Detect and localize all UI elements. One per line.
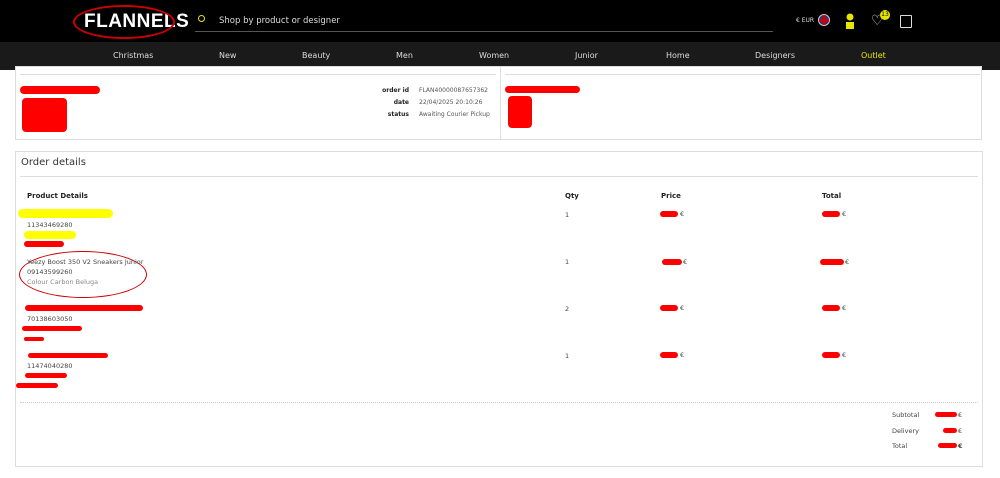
nav-christmas[interactable]: Christmas xyxy=(113,51,153,60)
nav-junior[interactable]: Junior xyxy=(575,51,598,60)
delivery-label: Delivery xyxy=(892,427,919,435)
item-total: € xyxy=(842,210,847,218)
search-input[interactable]: Shop by product or designer xyxy=(195,10,773,32)
item-price: € xyxy=(683,258,688,266)
item-total: € xyxy=(842,304,847,312)
nav-outlet[interactable]: Outlet xyxy=(861,51,886,60)
order-id-value: FLAN40000087657362 xyxy=(419,87,488,94)
search-icon[interactable] xyxy=(198,15,205,22)
address-card xyxy=(500,66,982,140)
nav-beauty[interactable]: Beauty xyxy=(302,51,330,60)
nav-men[interactable]: Men xyxy=(396,51,413,60)
account-icon[interactable] xyxy=(845,13,855,29)
date-label: date xyxy=(393,99,409,106)
col-qty: Qty xyxy=(565,192,579,200)
date-value: 22/04/2025 20:10:26 xyxy=(419,99,483,106)
highlight xyxy=(24,231,76,239)
divider xyxy=(20,402,978,403)
annotation-circle xyxy=(73,5,175,39)
redaction xyxy=(22,98,67,132)
total-label: Total xyxy=(892,442,908,450)
bag-icon[interactable] xyxy=(900,15,912,28)
subtotal-label: Subtotal xyxy=(892,411,920,419)
col-price: Price xyxy=(661,192,681,200)
item-code: 11474040280 xyxy=(27,362,73,370)
nav-women[interactable]: Women xyxy=(479,51,509,60)
col-product-details: Product Details xyxy=(27,192,88,200)
item-code: 11343469280 xyxy=(27,221,73,229)
status-value: Awaiting Courier Pickup xyxy=(419,111,490,118)
item-qty: 1 xyxy=(565,352,570,360)
uk-flag-icon[interactable] xyxy=(818,14,830,26)
item-total: € xyxy=(845,258,850,266)
item-price: € xyxy=(680,210,685,218)
order-details-title: Order details xyxy=(21,157,86,168)
item-qty: 2 xyxy=(565,305,570,313)
subtotal-value: € xyxy=(958,411,963,419)
status-label: status xyxy=(387,111,409,118)
item-name[interactable]: Yeezy Boost 350 V2 Sneakers Junior xyxy=(27,258,143,266)
item-qty: 1 xyxy=(565,258,570,266)
item-colour: Colour Carbon Beluga xyxy=(27,278,99,286)
nav-new[interactable]: New xyxy=(219,51,236,60)
item-code: 09143599260 xyxy=(27,268,73,276)
wishlist-count-badge: 13 xyxy=(880,10,890,20)
item-qty: 1 xyxy=(565,211,570,219)
item-price: € xyxy=(680,304,685,312)
redaction xyxy=(508,96,532,128)
highlight xyxy=(18,209,113,218)
total-value: € xyxy=(958,442,963,450)
item-total: € xyxy=(842,351,847,359)
redaction xyxy=(505,86,580,93)
redaction xyxy=(24,241,64,247)
redaction xyxy=(20,86,100,94)
currency-selector[interactable]: € EUR xyxy=(796,17,814,24)
nav-home[interactable]: Home xyxy=(666,51,690,60)
delivery-value: € xyxy=(958,427,963,435)
item-price: € xyxy=(680,351,685,359)
item-code: 70138603050 xyxy=(27,315,73,323)
order-id-label: order id xyxy=(382,87,409,94)
col-total: Total xyxy=(822,192,842,200)
nav-designers[interactable]: Designers xyxy=(755,51,795,60)
